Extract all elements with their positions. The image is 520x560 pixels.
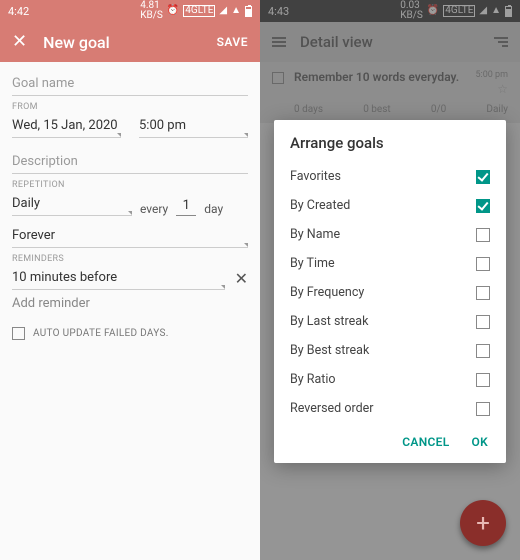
option-label: Reversed order — [290, 401, 373, 416]
close-icon[interactable]: ✕ — [12, 33, 27, 51]
new-goal-form: Goal name FROM Wed, 15 Jan, 2020 5:00 pm… — [0, 62, 260, 340]
dropdown-icon — [244, 133, 248, 137]
option-checkbox[interactable] — [476, 170, 490, 184]
remove-reminder-icon[interactable]: ✕ — [235, 269, 248, 288]
reminder-value: 10 minutes before — [12, 270, 117, 285]
option-checkbox[interactable] — [476, 257, 490, 271]
dialog-title: Arrange goals — [290, 134, 490, 152]
save-button[interactable]: SAVE — [217, 35, 248, 49]
add-fab[interactable]: + — [460, 500, 506, 546]
every-number-input[interactable]: 1 — [176, 198, 196, 216]
app-bar: ✕ New goal SAVE — [0, 22, 260, 62]
duration-select[interactable]: Forever — [12, 222, 248, 248]
option-label: By Time — [290, 256, 335, 271]
auto-update-label: AUTO UPDATE FAILED DAYS. — [33, 328, 169, 339]
option-label: By Last streak — [290, 314, 368, 329]
option-checkbox[interactable] — [476, 315, 490, 329]
duration-value: Forever — [12, 228, 55, 243]
option-row[interactable]: By Best streak — [290, 336, 490, 365]
dropdown-icon — [128, 211, 132, 215]
option-label: By Name — [290, 227, 340, 242]
option-checkbox[interactable] — [476, 344, 490, 358]
option-checkbox[interactable] — [476, 286, 490, 300]
option-label: Favorites — [290, 169, 341, 184]
cancel-button[interactable]: CANCEL — [402, 435, 449, 449]
add-reminder-button[interactable]: Add reminder — [12, 290, 248, 315]
net-speed-icon: 4.81KB/S — [140, 1, 163, 21]
option-row[interactable]: Favorites — [290, 162, 490, 191]
arrange-goals-dialog: Arrange goals Favorites By Created By Name… — [274, 120, 506, 463]
repetition-select[interactable]: Daily — [12, 192, 132, 216]
option-checkbox[interactable] — [476, 402, 490, 416]
option-row[interactable]: By Created — [290, 191, 490, 220]
option-row[interactable]: By Time — [290, 249, 490, 278]
repetition-label: REPETITION — [12, 180, 248, 190]
from-label: FROM — [12, 102, 248, 112]
date-field[interactable]: Wed, 15 Jan, 2020 — [12, 114, 121, 138]
option-checkbox[interactable] — [476, 199, 490, 213]
dropdown-icon — [117, 133, 121, 137]
option-label: By Best streak — [290, 343, 369, 358]
option-checkbox[interactable] — [476, 373, 490, 387]
description-input[interactable]: Description — [12, 148, 248, 174]
phone-left-new-goal: 4:42 4.81KB/S ⏰ 4GLTE ◢ ▲ ✕ New goal SAV… — [0, 0, 260, 560]
status-time: 4:42 — [8, 5, 29, 18]
goal-name-input[interactable]: Goal name — [12, 70, 248, 96]
option-row[interactable]: By Frequency — [290, 278, 490, 307]
dropdown-icon — [221, 285, 225, 289]
option-row[interactable]: By Last streak — [290, 307, 490, 336]
phone-right-detail-view: 4:43 0.03KB/S ⏰ 4GLTE ◢ ▲ Detail view Re… — [260, 0, 520, 560]
every-label: every — [140, 202, 168, 216]
reminders-label: REMINDERS — [12, 254, 248, 264]
time-field[interactable]: 5:00 pm — [139, 114, 248, 138]
option-row[interactable]: By Ratio — [290, 365, 490, 394]
status-bar: 4:42 4.81KB/S ⏰ 4GLTE ◢ ▲ — [0, 0, 260, 22]
auto-update-checkbox[interactable] — [12, 327, 25, 340]
ok-button[interactable]: OK — [472, 435, 488, 449]
appbar-title: New goal — [43, 33, 216, 52]
repetition-value: Daily — [12, 196, 40, 211]
time-value: 5:00 pm — [139, 118, 186, 133]
alarm-icon: ⏰ — [167, 6, 179, 16]
status-icons: 4.81KB/S ⏰ 4GLTE ◢ ▲ — [140, 1, 252, 21]
reminder-select[interactable]: 10 minutes before — [12, 266, 225, 290]
wifi-icon: ◢ — [219, 6, 227, 16]
option-label: By Created — [290, 198, 350, 213]
signal-icon: ▲ — [231, 6, 241, 16]
option-label: By Frequency — [290, 285, 364, 300]
option-checkbox[interactable] — [476, 228, 490, 242]
option-row[interactable]: Reversed order — [290, 394, 490, 423]
battery-icon — [245, 6, 252, 17]
dropdown-icon — [244, 243, 248, 247]
date-value: Wed, 15 Jan, 2020 — [12, 118, 118, 133]
every-unit: day — [204, 202, 223, 216]
volte-icon: 4GLTE — [183, 5, 215, 17]
option-row[interactable]: By Name — [290, 220, 490, 249]
option-label: By Ratio — [290, 372, 336, 387]
